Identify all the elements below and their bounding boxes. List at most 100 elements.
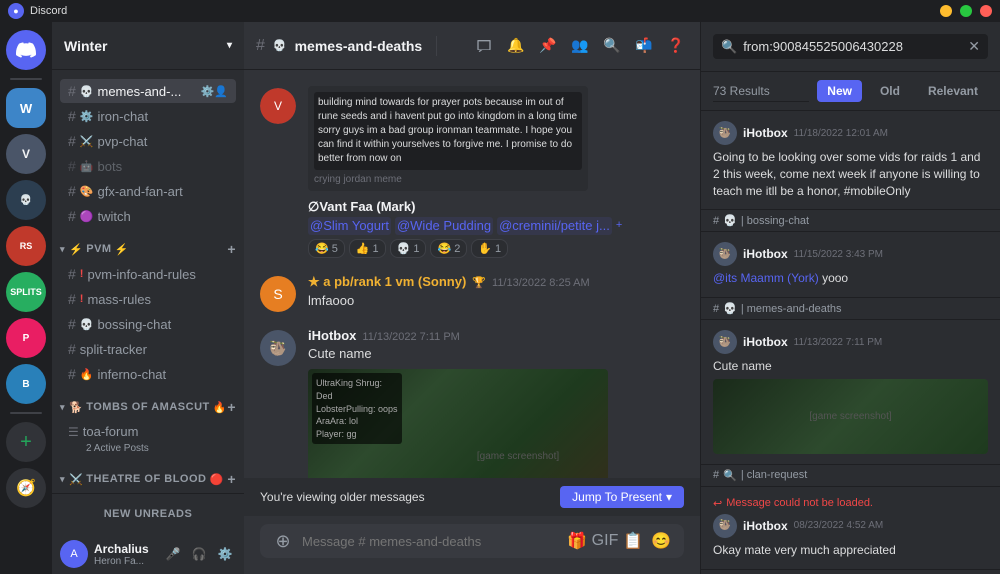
channel-item-pvm-info[interactable]: # ! pvm-info-and-rules — [60, 262, 236, 286]
user-settings-button[interactable]: ⚙️ — [214, 543, 236, 565]
mute-button[interactable]: 🎤 — [162, 543, 184, 565]
search-result-3-header: 🦥 iHotbox 11/13/2022 7:11 PM — [713, 330, 988, 354]
reaction-skull[interactable]: 💀1 — [390, 239, 427, 258]
channel-item-twitch[interactable]: # 🟣 twitch — [60, 204, 236, 228]
jump-to-present-button[interactable]: Jump To Present ▾ — [560, 486, 684, 508]
help-button[interactable]: ❓ — [664, 34, 688, 58]
gif-button[interactable]: GIF — [594, 530, 616, 552]
explore-servers-button[interactable]: 🧭 — [6, 468, 46, 508]
channel-item-bossing[interactable]: # 💀 bossing-chat — [60, 312, 236, 336]
user-status-label: Heron Fa... — [94, 556, 156, 567]
server-name-bar[interactable]: Winter ▾ — [52, 22, 244, 70]
mention-slim[interactable]: @Slim Yogurt — [308, 217, 391, 235]
search-result-1[interactable]: 🦥 iHotbox 11/18/2022 12:01 AM Going to b… — [701, 111, 1000, 210]
channel-item-gfx[interactable]: # 🎨 gfx-and-fan-art — [60, 179, 236, 203]
channel-item-inferno[interactable]: # 🔥 inferno-chat — [60, 362, 236, 386]
channel-badge-label-3: | clan-request — [741, 469, 807, 481]
search-filter-relevant[interactable]: Relevant — [918, 80, 988, 102]
user-avatar[interactable]: A — [60, 540, 88, 568]
titlebar-controls[interactable]: − □ ✕ — [940, 5, 992, 17]
members-button[interactable]: 👥 — [568, 34, 592, 58]
discord-home-button[interactable] — [6, 30, 46, 70]
server-icon-pink[interactable]: P — [6, 318, 46, 358]
search-button[interactable]: 🔍 — [600, 34, 624, 58]
hash-icon-pvm-info: # — [68, 266, 76, 282]
add-channel-theatre-button[interactable]: + — [227, 471, 236, 487]
minimize-button[interactable]: − — [940, 5, 952, 17]
server-icon-winter[interactable]: W — [6, 88, 46, 128]
inbox-button[interactable]: 📬 — [632, 34, 656, 58]
channel-sidebar: Winter ▾ # 💀 memes-and-... ⚙️👤 # ⚙️ iron… — [52, 22, 244, 574]
sticker-button[interactable]: 📋 — [622, 530, 644, 552]
hash-header-icon: # — [256, 37, 265, 55]
add-channel-pvm-button[interactable]: + — [227, 241, 236, 257]
search-result-3[interactable]: 🦥 iHotbox 11/13/2022 7:11 PM Cute name [… — [701, 320, 1000, 465]
search-filter-new[interactable]: New — [817, 80, 862, 102]
message-input-actions: 🎁 GIF 📋 😊 — [566, 530, 672, 552]
channel-name-mass-rules: mass-rules — [87, 292, 228, 307]
gift-button[interactable]: 🎁 — [566, 530, 588, 552]
reaction-5[interactable]: 😂5 — [308, 239, 345, 258]
category-tombs[interactable]: ▾ 🐕 TOMBS OF AMASCUT 🔥 + — [52, 387, 244, 419]
search-result-4-text: Okay mate very much appreciated — [713, 542, 988, 559]
server-icon-b[interactable]: B — [6, 364, 46, 404]
search-result-4[interactable]: ↩ Message could not be loaded. 🦥 iHotbox… — [701, 487, 1000, 570]
game-screenshot-1: UltraKing Shrug: Ded LobsterPulling: oop… — [308, 369, 608, 478]
message-input-container: ⊕ 🎁 GIF 📋 😊 — [260, 524, 684, 558]
search-filter-old[interactable]: Old — [870, 80, 910, 102]
channel-item-iron-chat[interactable]: # ⚙️ iron-chat — [60, 104, 236, 128]
message-input-field[interactable] — [302, 534, 558, 549]
channel-item-toa-forum[interactable]: ☰ toa-forum 2 Active Posts — [60, 420, 236, 458]
deafen-button[interactable]: 🎧 — [188, 543, 210, 565]
pin-button[interactable]: 📌 — [536, 34, 560, 58]
server-name-label: Winter — [64, 38, 107, 54]
add-channel-tombs-button[interactable]: + — [227, 399, 236, 415]
channel-emoji-bossing: 💀 — [80, 318, 94, 331]
msg-timestamp-sonny: 11/13/2022 8:25 AM — [492, 277, 590, 289]
server-icon-skull[interactable]: 💀 — [6, 180, 46, 220]
mention-creminii[interactable]: @creminii/petite j... — [497, 217, 612, 235]
prayer-pots-image: building mind towards for prayer pots be… — [308, 86, 588, 191]
channel-item-mass-rules[interactable]: # ! mass-rules — [60, 287, 236, 311]
threads-button[interactable] — [472, 34, 496, 58]
channel-emoji-twitch: 🟣 — [80, 210, 94, 223]
search-result-3-time: 11/13/2022 7:11 PM — [794, 337, 883, 348]
category-label-pvm: PVM — [86, 243, 111, 255]
hash-icon-twitch: # — [68, 208, 76, 224]
search-close-button[interactable]: ✕ — [968, 38, 980, 55]
jump-chevron-icon: ▾ — [666, 490, 672, 504]
exclaim-icon: ! — [80, 268, 84, 280]
channel-item-pvp-chat[interactable]: # ⚔️ pvp-chat — [60, 129, 236, 153]
server-icon-splits[interactable]: SPLITS — [6, 272, 46, 312]
msg-timestamp-ihotbox-1: 11/13/2022 7:11 PM — [362, 331, 459, 343]
theatre-red-icon: 🔴 — [209, 473, 223, 486]
category-theatre[interactable]: ▾ ⚔️ THEATRE OF BLoOD 🔴 + — [52, 459, 244, 491]
channel-item-split-tracker[interactable]: # split-tracker — [60, 337, 236, 361]
search-result-2-header: 🦥 iHotbox 11/15/2022 3:43 PM — [713, 242, 988, 266]
add-attachment-button[interactable]: ⊕ — [272, 530, 294, 552]
channel-name-iron: iron-chat — [98, 109, 229, 124]
emoji-button[interactable]: 😊 — [650, 530, 672, 552]
server-icon-rs[interactable]: RS — [6, 226, 46, 266]
search-input-field[interactable] — [743, 39, 962, 54]
reaction-one[interactable]: ✋1 — [471, 239, 508, 258]
maximize-button[interactable]: □ — [960, 5, 972, 17]
server-icon-v[interactable]: V — [6, 134, 46, 174]
search-badge-3: 🔍 — [723, 469, 737, 482]
close-button[interactable]: ✕ — [980, 5, 992, 17]
channel-item-bots[interactable]: # 🤖 bots — [60, 154, 236, 178]
channel-item-memes-and-deaths[interactable]: # 💀 memes-and-... ⚙️👤 — [60, 79, 236, 103]
notification-button[interactable]: 🔔 — [504, 34, 528, 58]
msg-header-vanfaa: ∅Vant Faa (Mark) — [308, 199, 684, 215]
msg-username-sonny: ★ a pb/rank 1 vm (Sonny) — [308, 274, 466, 290]
reaction-laugh2[interactable]: 😂2 — [430, 239, 467, 258]
channel-emoji-bots: 🤖 — [80, 160, 94, 173]
mention-pudding[interactable]: @Wide Pudding — [395, 217, 493, 235]
add-server-button[interactable]: + — [6, 422, 46, 462]
results-count-text: 73 Results — [713, 84, 770, 98]
new-unreads-button[interactable]: NEW UNREADS — [60, 502, 236, 526]
reaction-thumb[interactable]: 👍1 — [349, 239, 386, 258]
category-pvm[interactable]: ▾ ⚡ PVM ⚡ + — [52, 229, 244, 261]
search-result-2[interactable]: 🦥 iHotbox 11/15/2022 3:43 PM @its Maamm … — [701, 232, 1000, 298]
forum-active-posts: 2 Active Posts — [68, 443, 149, 454]
